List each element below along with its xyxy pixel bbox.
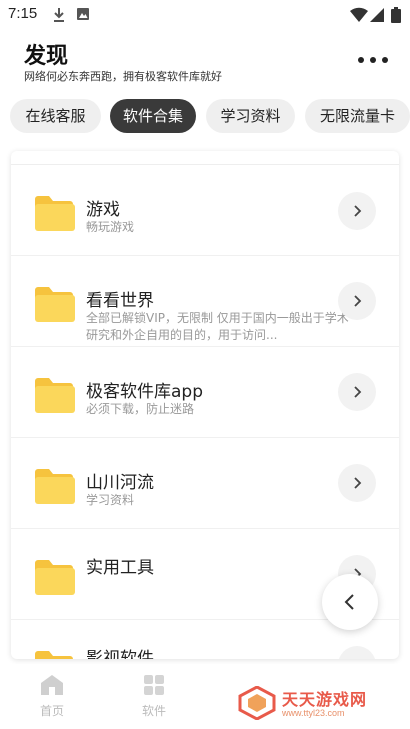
list-item-desc: 畅玩游戏 [86,220,135,234]
page-subtitle: 网络何必东奔西跑，拥有极客软件库就好 [24,70,222,83]
open-button[interactable] [338,373,376,411]
folder-icon [35,287,75,322]
folder-icon [35,378,75,413]
folder-icon [35,469,75,504]
divider [11,151,399,165]
chevron-left-icon [344,594,354,610]
list-item-title: 极客软件库app [86,382,203,402]
watermark-url: www.ttyl23.com [282,708,345,718]
status-bar: 7:15 [0,0,410,30]
list-item[interactable]: 看看世界 全部已解锁VIP，无限制 仅用于国内一般出于学术研究和外企自用的目的，… [11,256,399,347]
open-button[interactable] [338,192,376,230]
image-icon [77,8,89,20]
nav-item-software[interactable]: 软件 [124,674,184,719]
tab-online-service[interactable]: 在线客服 [10,99,101,133]
category-tabs: 在线客服 软件合集 学习资料 无限流量卡 [0,99,410,135]
watermark-title: 天天游戏网 [282,690,368,709]
list-item-desc: 学习资料 [86,493,135,507]
list-item[interactable]: 极客软件库app 必须下载，防止迷路 [11,347,399,438]
wifi-icon [350,7,368,23]
chevron-right-icon [354,295,362,307]
page-title: 发现 [24,44,69,69]
home-icon [41,675,63,695]
watermark-logo-icon [238,685,276,721]
chevron-right-icon [354,386,362,398]
folder-icon [35,651,73,659]
cellular-icon [370,8,384,22]
header: 发现 网络何必东奔西跑，拥有极客软件库就好 [0,36,410,88]
chevron-right-icon [354,205,362,217]
chevron-right-icon [354,477,362,489]
list-item-desc: 全部已解锁VIP，无限制 仅用于国内一般出于学术研究和外企自用的目的，用于访问.… [86,311,349,342]
nav-label: 首页 [39,704,64,718]
folder-icon [35,196,75,231]
back-button[interactable] [322,574,378,630]
list-item-title: 实用工具 [86,558,154,578]
nav-item-home[interactable]: 首页 [22,674,82,719]
list-item[interactable]: 游戏 畅玩游戏 [11,165,399,256]
list-item-title: 看看世界 [86,291,154,311]
list-item-title: 影视软件 [86,649,154,659]
open-button[interactable] [338,282,376,320]
list-item-title: 游戏 [86,200,120,220]
tab-software-collection[interactable]: 软件合集 [110,99,196,133]
download-icon [54,8,64,22]
status-time: 7:15 [8,5,38,22]
apps-grid-icon [144,675,164,695]
tab-unlimited-data-card[interactable]: 无限流量卡 [305,99,410,133]
open-button[interactable] [338,464,376,502]
list-item-desc: 必须下载，防止迷路 [86,402,195,416]
more-options-button[interactable] [358,54,388,66]
list-item-title: 山川河流 [86,473,154,493]
battery-icon [391,7,401,23]
watermark: 天天游戏网 www.ttyl23.com [238,685,388,722]
chevron-right-icon [351,658,363,659]
tab-study-materials[interactable]: 学习资料 [206,99,295,133]
more-horizontal-icon [358,57,364,63]
folder-icon [35,560,75,595]
list-item[interactable]: 山川河流 学习资料 [11,438,399,529]
open-button[interactable] [338,646,376,659]
nav-label: 软件 [141,704,166,718]
